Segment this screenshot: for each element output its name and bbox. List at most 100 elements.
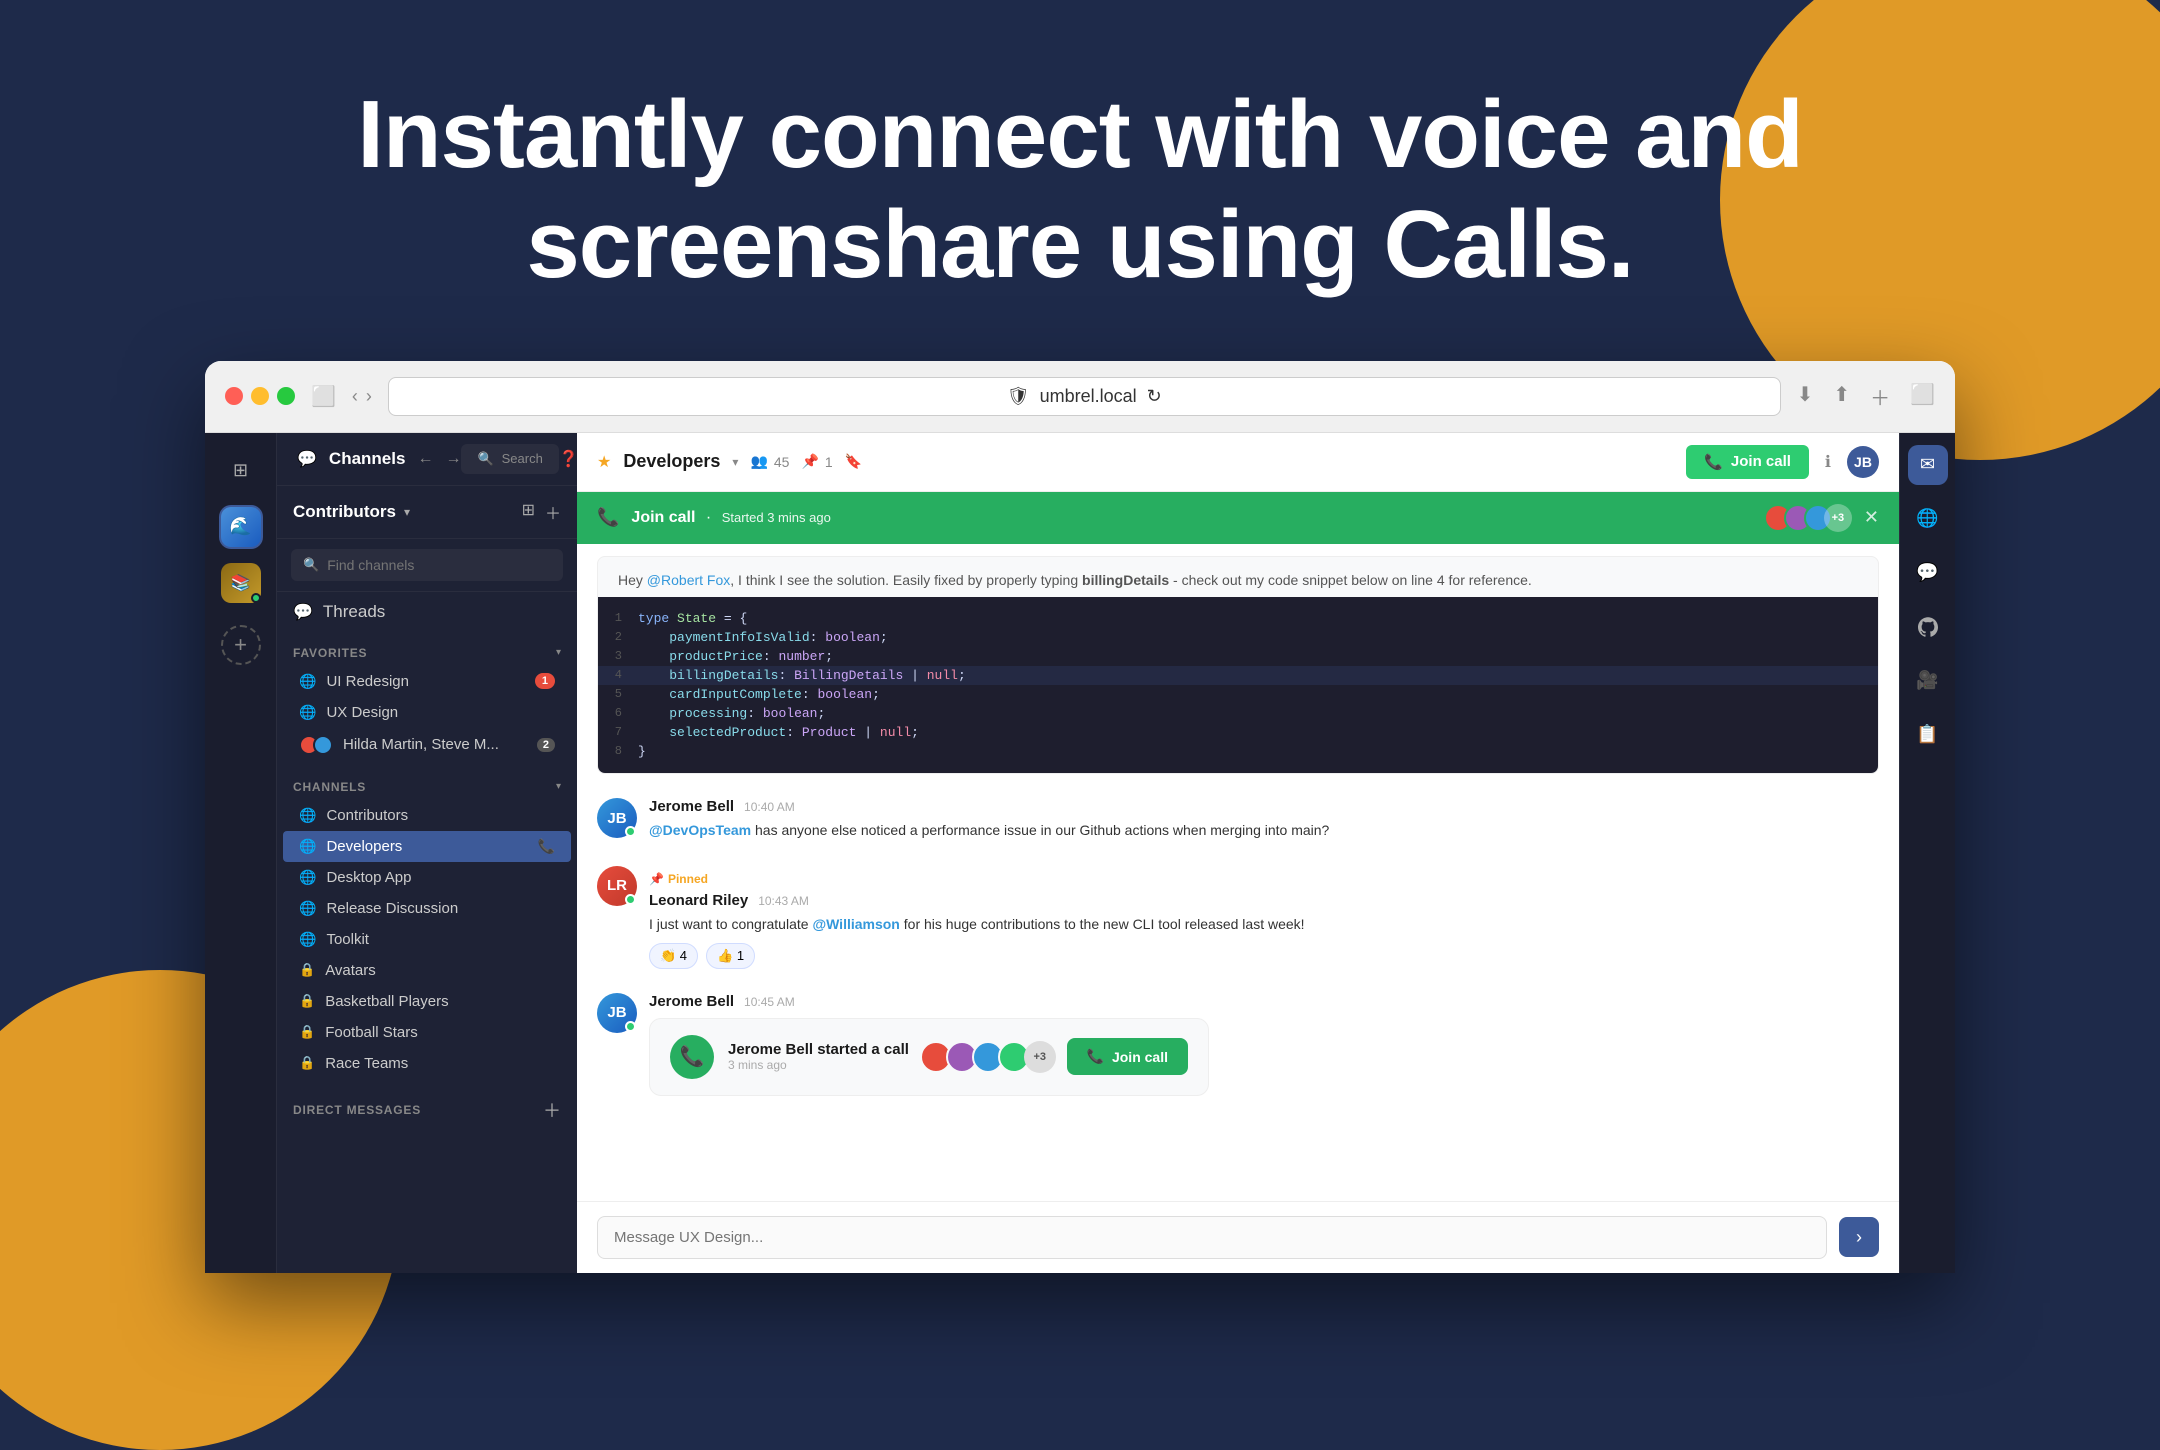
call-card-phone-icon: 📞 bbox=[670, 1035, 714, 1079]
globe-icon: 🌐 bbox=[299, 869, 316, 886]
info-icon[interactable]: ℹ bbox=[1825, 452, 1831, 472]
join-call-card-button[interactable]: 📞 Join call bbox=[1067, 1038, 1188, 1075]
reaction-clap[interactable]: 👏 4 bbox=[649, 943, 698, 969]
topbar-search-bar[interactable]: 🔍 Search bbox=[461, 444, 558, 474]
find-channels-input[interactable]: 🔍 bbox=[291, 549, 563, 581]
new-tab-icon[interactable]: ＋ bbox=[1870, 382, 1890, 411]
channel-header-chevron[interactable]: ▾ bbox=[732, 455, 738, 469]
share-icon[interactable]: ⬆ bbox=[1833, 382, 1850, 411]
workspace-chevron: ▾ bbox=[404, 505, 410, 519]
lock-icon: 🔒 bbox=[299, 993, 315, 1009]
mention-robert-fox: @Robert Fox bbox=[647, 572, 730, 588]
message-time: 10:43 AM bbox=[758, 894, 809, 908]
sidebar-header-actions: ⊞ ＋ bbox=[522, 500, 561, 524]
topbar-search-label: Search bbox=[502, 451, 543, 466]
call-banner-right: +3 ✕ bbox=[1764, 504, 1879, 532]
app-layout: ⊞ 🌊 📚 + 💬 Channels ← bbox=[205, 433, 1955, 1273]
favorites-toggle[interactable]: ▾ bbox=[556, 647, 561, 658]
pinned-tag: 📌 Pinned bbox=[649, 872, 708, 886]
filter-icon[interactable]: ⊞ bbox=[522, 500, 535, 524]
add-channel-icon[interactable]: ＋ bbox=[545, 500, 561, 524]
channel-name: Desktop App bbox=[326, 869, 555, 886]
channel-name: Basketball Players bbox=[325, 993, 555, 1010]
right-sidebar-clipboard-icon[interactable]: 📋 bbox=[1908, 715, 1948, 755]
channels-toggle[interactable]: ▾ bbox=[556, 781, 561, 792]
workspace-icon-1[interactable]: 🌊 bbox=[219, 505, 263, 549]
right-sidebar-messages-icon[interactable]: ✉ bbox=[1908, 445, 1948, 485]
close-button[interactable] bbox=[225, 387, 243, 405]
right-sidebar-github-icon[interactable] bbox=[1908, 607, 1948, 647]
download-icon[interactable]: ⬇ bbox=[1797, 382, 1814, 411]
minimize-button[interactable] bbox=[251, 387, 269, 405]
join-call-card-label: Join call bbox=[1112, 1049, 1168, 1065]
channel-name: Developers bbox=[326, 838, 527, 855]
message-author: Jerome Bell bbox=[649, 993, 734, 1010]
sidebar-toggle-icon[interactable]: ⬜ bbox=[311, 384, 336, 409]
globe-icon: 🌐 bbox=[299, 807, 316, 824]
message-header-jerome-1: Jerome Bell 10:40 AM bbox=[649, 798, 1879, 815]
sidebar-grid-icon[interactable]: ⊞ bbox=[219, 449, 263, 493]
globe-icon: 🌐 bbox=[299, 673, 316, 690]
call-card-avatars: +3 bbox=[920, 1041, 1056, 1073]
workspace-name-area: Contributors ▾ bbox=[293, 502, 410, 522]
pinned-label: Pinned bbox=[668, 872, 708, 886]
right-sidebar-globe-icon[interactable]: 🌐 bbox=[1908, 499, 1948, 539]
traffic-lights bbox=[225, 387, 295, 405]
join-call-header-button[interactable]: 📞 Join call bbox=[1686, 445, 1809, 479]
topbar-forward[interactable]: → bbox=[445, 450, 461, 468]
channel-avatars[interactable]: 🔒 Avatars bbox=[283, 955, 571, 986]
message-item-jerome-1: JB Jerome Bell 10:40 AM @DevOpsTeam has … bbox=[577, 786, 1899, 853]
bookmark-channel-icon[interactable]: 🔖 bbox=[845, 453, 862, 470]
call-card-title: Jerome Bell started a call bbox=[728, 1041, 909, 1058]
header-user-avatar[interactable]: JB bbox=[1847, 446, 1879, 478]
add-workspace-button[interactable]: + bbox=[221, 625, 261, 665]
channel-football-stars[interactable]: 🔒 Football Stars bbox=[283, 1017, 571, 1048]
channel-race-teams[interactable]: 🔒 Race Teams bbox=[283, 1048, 571, 1079]
forward-button[interactable]: › bbox=[366, 386, 372, 407]
topbar-back[interactable]: ← bbox=[417, 450, 433, 468]
workspace-name: Contributors bbox=[293, 502, 396, 522]
channel-basketball-players[interactable]: 🔒 Basketball Players bbox=[283, 986, 571, 1017]
channel-pins-count: 📌 1 bbox=[801, 453, 832, 470]
tabs-icon[interactable]: ⬜ bbox=[1910, 382, 1935, 411]
right-sidebar-video-icon[interactable]: 🎥 bbox=[1908, 661, 1948, 701]
channel-developers[interactable]: 🌐 Developers 📞 bbox=[283, 831, 571, 862]
channel-desktop-app[interactable]: 🌐 Desktop App bbox=[283, 862, 571, 893]
call-banner-close-button[interactable]: ✕ bbox=[1864, 507, 1879, 528]
channel-toolkit[interactable]: 🌐 Toolkit bbox=[283, 924, 571, 955]
avatar-jerome-bell-2: JB bbox=[597, 993, 637, 1033]
favorite-item-ui-redesign[interactable]: 🌐 UI Redesign 1 bbox=[283, 666, 571, 697]
help-icon[interactable]: ❓ bbox=[559, 449, 577, 469]
right-sidebar-chat-icon[interactable]: 💬 bbox=[1908, 553, 1948, 593]
channel-name: Race Teams bbox=[325, 1055, 555, 1072]
message-time: 10:40 AM bbox=[744, 800, 795, 814]
channel-contributors[interactable]: 🌐 Contributors bbox=[283, 800, 571, 831]
reload-icon[interactable]: ↻ bbox=[1147, 386, 1162, 407]
reaction-thumbs[interactable]: 👍 1 bbox=[706, 943, 755, 969]
message-item-leonard: LR 📌 Pinned Leonard Riley 10:43 AM bbox=[577, 854, 1899, 981]
channels-section-header: CHANNELS ▾ bbox=[277, 766, 577, 800]
message-input-field[interactable] bbox=[597, 1216, 1827, 1259]
mention-devops: @DevOpsTeam bbox=[649, 822, 751, 838]
code-line-3: 3 productPrice: number; bbox=[598, 647, 1878, 666]
maximize-button[interactable] bbox=[277, 387, 295, 405]
code-line-5: 5 cardInputComplete: boolean; bbox=[598, 685, 1878, 704]
message-prefix: I just want to congratulate bbox=[649, 916, 812, 932]
channel-name: Avatars bbox=[325, 962, 555, 979]
channel-release-discussion[interactable]: 🌐 Release Discussion bbox=[283, 893, 571, 924]
online-dot bbox=[625, 826, 636, 837]
threads-label: Threads bbox=[323, 602, 385, 622]
back-button[interactable]: ‹ bbox=[352, 386, 358, 407]
workspace-icon-2[interactable]: 📚 bbox=[219, 561, 263, 605]
add-dm-button[interactable]: ＋ bbox=[543, 1097, 561, 1123]
favorite-item-ux-design[interactable]: 🌐 UX Design bbox=[283, 697, 571, 728]
star-icon[interactable]: ★ bbox=[597, 452, 611, 472]
code-line-7: 7 selectedProduct: Product | null; bbox=[598, 723, 1878, 742]
globe-icon: 🌐 bbox=[299, 838, 316, 855]
dm-name: Hilda Martin, Steve M... bbox=[343, 736, 521, 753]
address-bar[interactable]: 🛡 umbrel.local ↻ bbox=[388, 377, 1781, 416]
favorite-item-dm[interactable]: Hilda Martin, Steve M... 2 bbox=[283, 728, 571, 762]
send-message-button[interactable]: › bbox=[1839, 1217, 1879, 1257]
find-channels-field[interactable] bbox=[327, 557, 551, 573]
threads-item[interactable]: 💬 Threads bbox=[277, 592, 577, 632]
